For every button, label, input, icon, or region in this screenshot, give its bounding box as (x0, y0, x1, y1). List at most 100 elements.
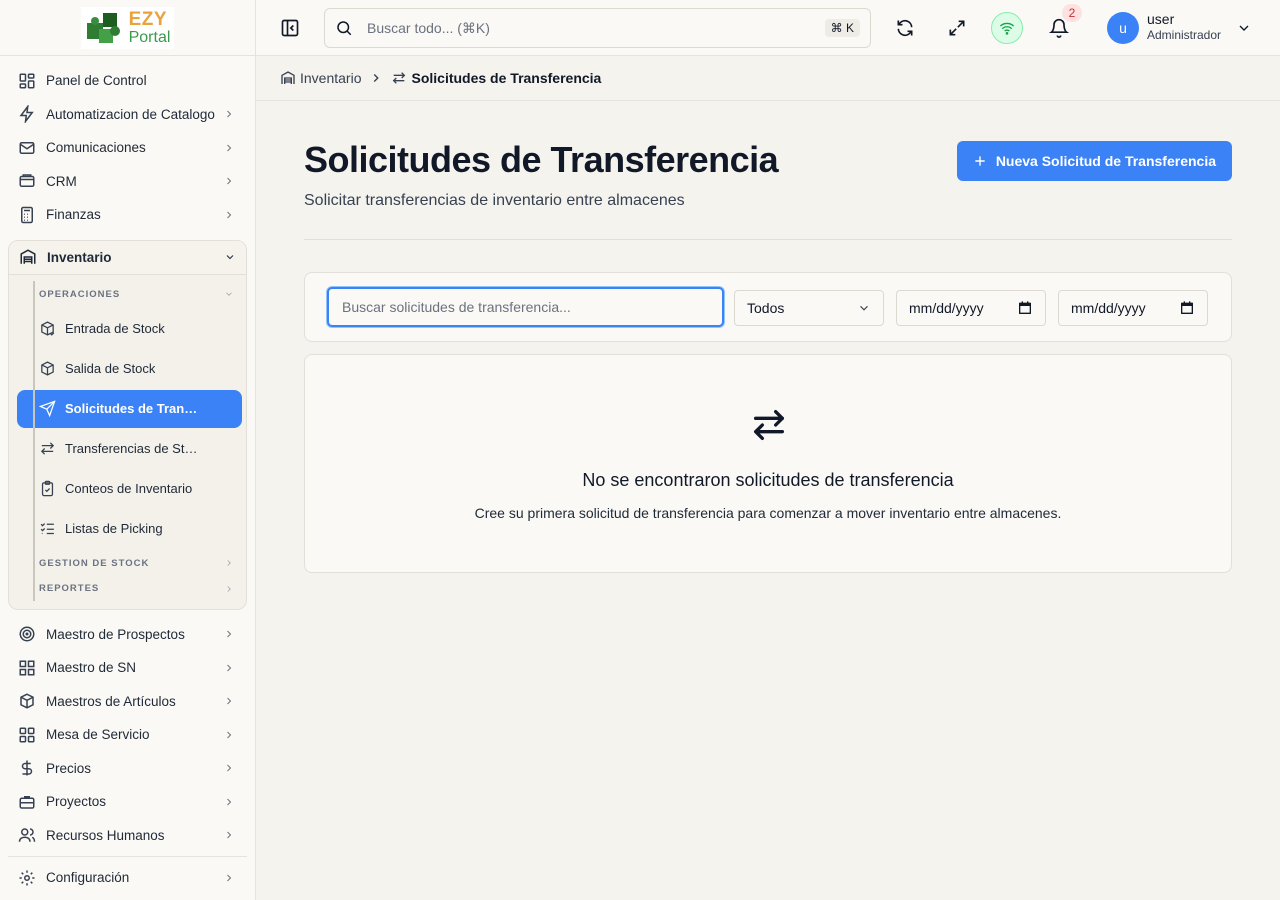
sidebar-item-maestro-de-sn[interactable]: Maestro de SN (8, 651, 247, 685)
section-label: OPERACIONES (39, 288, 121, 300)
sidebar-item-label: Maestro de SN (46, 660, 137, 676)
chevron-down-icon (226, 292, 232, 296)
sidebar-item-proyectos[interactable]: Proyectos (8, 785, 247, 819)
app-logo[interactable]: EZY Portal (80, 6, 175, 49)
chevron-right-icon (374, 74, 380, 82)
sidebar-item-label: Finanzas (46, 207, 101, 223)
chevron-down-icon (226, 255, 234, 260)
sidebar-item-conteos-de-inventario[interactable]: Conteos de Inventario (17, 470, 242, 508)
sidebar-item-mesa-de-servicio[interactable]: Mesa de Servicio (8, 718, 247, 752)
section-label: GESTION DE STOCK (39, 557, 150, 569)
sidebar-item-label: Maestros de Artículos (46, 693, 176, 709)
calendar-icon[interactable] (1017, 300, 1033, 316)
sidebar-item-comunicaciones[interactable]: Comunicaciones (8, 131, 247, 165)
chevron-right-icon (227, 874, 232, 882)
sidebar-item-label: Configuración (46, 870, 130, 886)
sidebar-item-inventario[interactable]: Inventario (9, 240, 246, 275)
request-search-field[interactable] (327, 287, 724, 327)
sidebar-item-label: Entrada de Stock (65, 321, 165, 336)
fullscreen-button[interactable] (941, 12, 973, 44)
chevron-right-icon (227, 211, 232, 219)
sidebar-item-label: Inventario (47, 249, 112, 265)
sidebar-item-recursos-humanos[interactable]: Recursos Humanos (8, 819, 247, 853)
sidebar-item-label: Solicitudes de Transferencia (65, 401, 199, 416)
chevron-right-icon (227, 798, 232, 806)
search-icon (337, 21, 352, 36)
sidebar-toggle-icon (281, 19, 299, 37)
sidebar-divider (8, 856, 247, 857)
sidebar-item-transferencias-de-stock[interactable]: Transferencias de Stock (17, 430, 242, 468)
calendar-icon[interactable] (1179, 300, 1195, 316)
wallet-icon (19, 174, 35, 188)
status-select-value: Todos (747, 300, 785, 316)
status-select[interactable]: Todos (734, 290, 884, 326)
sidebar-item-maestros-de-articulos[interactable]: Maestros de Artículos (8, 685, 247, 719)
chevron-down-icon[interactable] (1236, 20, 1252, 36)
section-label: REPORTES (39, 583, 100, 594)
chevron-right-icon (227, 177, 232, 185)
sidebar-item-label: Automatizacion de Catalogo (46, 106, 215, 122)
sidebar-item-maestro-de-prospectos[interactable]: Maestro de Prospectos (8, 618, 247, 652)
chevron-right-icon (227, 110, 232, 118)
chevron-right-icon (227, 764, 232, 772)
sidebar-item-solicitudes-de-transferencia[interactable]: Solicitudes de Transferencia (17, 389, 242, 428)
tree-line (33, 280, 35, 601)
zap-icon (19, 105, 34, 124)
chevron-down-icon (860, 305, 868, 311)
gear-icon (19, 870, 35, 886)
divider (304, 239, 1232, 240)
plus-icon (975, 156, 985, 166)
date-to-value: mm/dd/yyyy (1071, 300, 1146, 316)
sidebar-item-label: Salida de Stock (65, 361, 156, 376)
section-reportes[interactable]: REPORTES (17, 577, 242, 601)
clipboard-check-icon (41, 480, 54, 497)
sidebar-item-crm[interactable]: CRM (8, 165, 247, 199)
send-icon (39, 400, 56, 417)
sidebar-item-entrada-de-stock[interactable]: Entrada de Stock (17, 310, 242, 348)
new-transfer-request-button[interactable]: Nueva Solicitud de Transferencia (956, 141, 1232, 181)
expand-icon (949, 20, 965, 36)
sidebar-item-label: Recursos Humanos (46, 827, 165, 843)
package-in-icon (41, 321, 55, 336)
dashboard-icon (19, 73, 35, 89)
chevron-right-icon (227, 560, 231, 566)
calculator-icon (21, 206, 33, 223)
chevron-right-icon (227, 144, 232, 152)
wifi-icon (999, 22, 1015, 35)
package-out-icon (41, 361, 54, 376)
sidebar-item-salida-de-stock[interactable]: Salida de Stock (17, 350, 242, 388)
toggle-sidebar-button[interactable] (274, 12, 306, 44)
sidebar-item-configuracion[interactable]: Configuración (8, 861, 247, 895)
global-search-input[interactable] (367, 20, 825, 36)
empty-state-text: Cree su primera solicitud de transferenc… (474, 505, 1062, 521)
section-gestion-de-stock[interactable]: GESTION DE STOCK (17, 550, 242, 577)
section-operaciones[interactable]: OPERACIONES (17, 281, 242, 308)
sidebar-item-label: Panel de Control (46, 73, 147, 89)
global-search[interactable]: ⌘ K (324, 8, 871, 48)
sidebar: EZY Portal Panel de Control Automatizaci… (0, 0, 256, 900)
logo-text-top: EZY (128, 8, 168, 30)
chevron-right-icon (227, 630, 232, 638)
user-menu[interactable]: user Administrador (1147, 11, 1221, 42)
sidebar-item-listas-de-picking[interactable]: Listas de Picking (17, 510, 242, 548)
user-name: user (1147, 11, 1175, 27)
sidebar-item-label: Precios (46, 760, 92, 776)
date-to-input[interactable]: mm/dd/yyyy (1058, 290, 1208, 326)
connection-status-button[interactable] (991, 12, 1023, 44)
request-search-input[interactable] (342, 299, 709, 315)
puzzle-logo-icon (86, 12, 120, 43)
arrows-left-right-icon (393, 72, 406, 84)
sidebar-item-precios[interactable]: Precios (8, 752, 247, 786)
sidebar-item-label: Comunicaciones (46, 140, 146, 156)
sidebar-item-finanzas[interactable]: Finanzas (8, 198, 247, 232)
arrows-left-right-icon (40, 442, 55, 455)
avatar[interactable]: u (1107, 12, 1139, 44)
sidebar-item-label: Mesa de Servicio (46, 727, 150, 743)
sidebar-item-automatizacion[interactable]: Automatizacion de Catalogo (8, 98, 247, 132)
breadcrumb-inventario[interactable]: Inventario (300, 70, 361, 86)
refresh-button[interactable] (889, 12, 921, 44)
sidebar-item-panel-de-control[interactable]: Panel de Control (8, 64, 247, 98)
date-from-input[interactable]: mm/dd/yyyy (896, 290, 1046, 326)
empty-state-title: No se encontraron solicitudes de transfe… (582, 470, 954, 490)
logo-area: EZY Portal (0, 0, 255, 56)
